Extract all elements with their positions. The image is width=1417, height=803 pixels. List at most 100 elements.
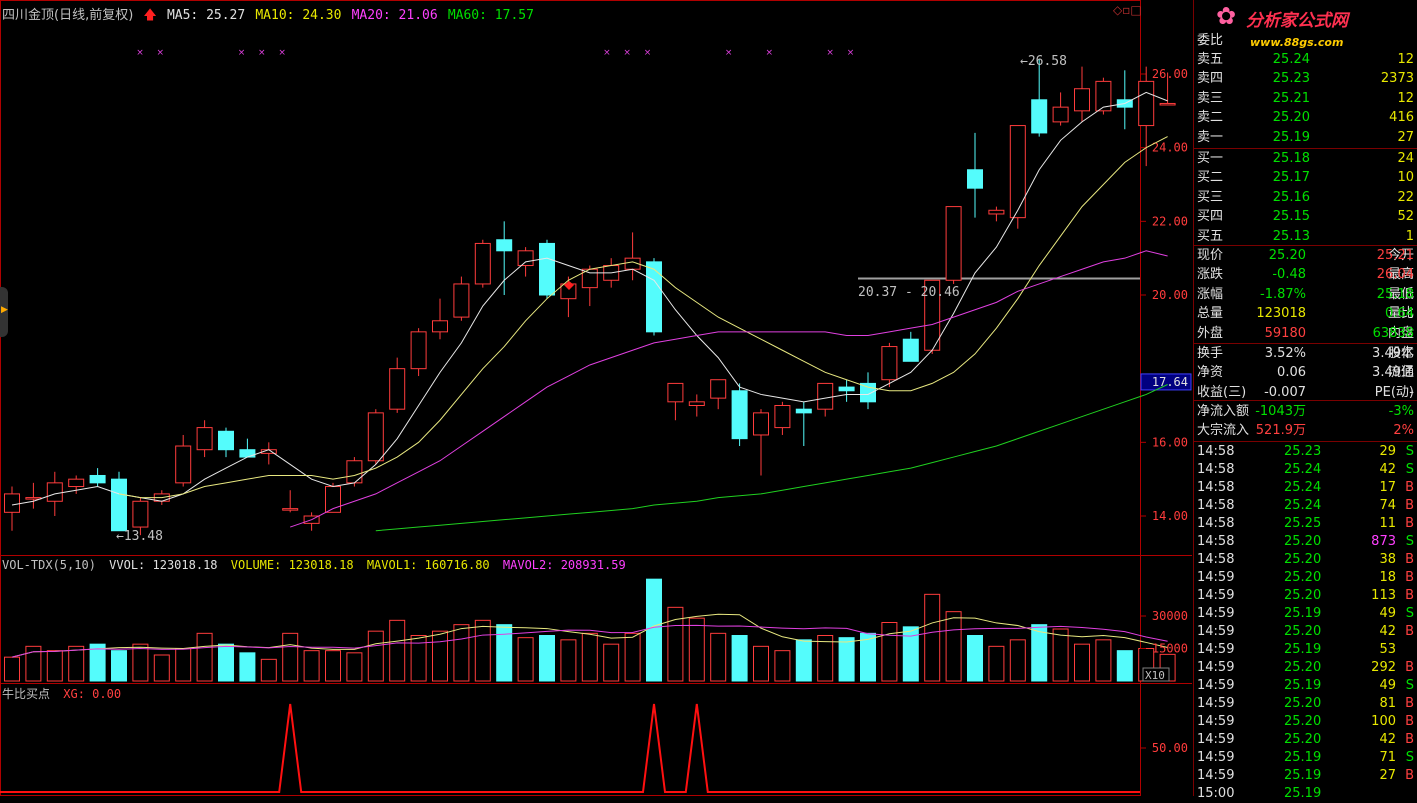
tick-price: 25.19 xyxy=(1284,606,1322,621)
volume-bar xyxy=(389,619,406,682)
tick-row[interactable]: 14:58 25.20 873 S xyxy=(1194,533,1417,551)
price-tick-label: 20.00 xyxy=(1152,288,1188,302)
buy-volume: 1 xyxy=(1405,228,1414,244)
candle-body xyxy=(774,405,791,429)
candle-body xyxy=(517,250,534,267)
candle-body xyxy=(432,320,448,333)
tick-row[interactable]: 14:59 25.19 27 B xyxy=(1194,767,1417,785)
tick-price: 25.20 xyxy=(1284,534,1322,549)
quote-row[interactable]: 涨幅 -1.87% 最低 25.18 xyxy=(1194,286,1417,304)
flow-row[interactable]: 净流入额 -1043万 -3% xyxy=(1194,403,1417,421)
volume-bar xyxy=(474,619,491,682)
tick-row[interactable]: 15:00 25.19 xyxy=(1194,785,1417,803)
volume-bar xyxy=(4,656,20,682)
tick-row[interactable]: 14:58 25.20 38 B xyxy=(1194,551,1417,569)
tick-price: 25.20 xyxy=(1284,552,1322,567)
quote-label: PE(动) xyxy=(1374,384,1414,400)
volume-bar xyxy=(945,611,962,682)
tick-price: 25.24 xyxy=(1284,498,1322,513)
quote-label: 换手 xyxy=(1197,346,1224,361)
quote-row[interactable]: 收益(三) -0.007 PE(动) - xyxy=(1194,384,1417,402)
quote-row[interactable]: 总量 123018 量比 0.64 xyxy=(1194,305,1417,323)
sell-price: 25.24 xyxy=(1272,52,1310,67)
buy-row[interactable]: 买三 25.16 22 xyxy=(1194,189,1417,207)
divider xyxy=(1194,441,1417,442)
volume-bar xyxy=(1116,650,1133,682)
candle-body xyxy=(111,478,127,532)
tick-row[interactable]: 14:59 25.19 49 S xyxy=(1194,605,1417,623)
buy-row[interactable]: 买四 25.15 52 xyxy=(1194,208,1417,226)
tick-time: 14:58 xyxy=(1197,444,1235,459)
volume-bar xyxy=(581,632,598,682)
flow-percent: -3% xyxy=(1388,404,1414,419)
price-tick-label: 16.00 xyxy=(1152,435,1188,449)
tick-volume: 100 xyxy=(1371,714,1396,729)
buy-row[interactable]: 买五 25.13 1 xyxy=(1194,228,1417,246)
tick-row[interactable]: 14:59 25.20 100 B xyxy=(1194,713,1417,731)
quote-row[interactable]: 涨跌 -0.48 最高 26.04 xyxy=(1194,266,1417,284)
buy-price: 25.13 xyxy=(1272,228,1310,244)
candle-body xyxy=(688,401,705,407)
quote-row[interactable]: 外盘 59180 内盘 63838 xyxy=(1194,325,1417,343)
low-annotation: ←13.48 xyxy=(116,529,163,544)
sell-row[interactable]: 卖一 25.19 27 xyxy=(1194,129,1417,147)
tick-row[interactable]: 14:58 25.24 74 B xyxy=(1194,497,1417,515)
stock-title: 四川金顶(日线,前复权) xyxy=(2,8,134,23)
tick-volume: 873 xyxy=(1371,534,1396,549)
quote-value: 63838 xyxy=(1372,325,1414,341)
tick-row[interactable]: 14:59 25.19 49 S xyxy=(1194,677,1417,695)
buy-row[interactable]: 买一 25.18 24 xyxy=(1194,150,1417,168)
buy-level-label: 买二 xyxy=(1197,170,1224,186)
kline-chart-area[interactable]: 26.00 24.00 22.00 20.00 17.64 16.00 14.00 × × × × ×… xyxy=(0,0,1193,796)
tick-row[interactable]: 14:58 25.24 42 S xyxy=(1194,461,1417,479)
tick-volume: 74 xyxy=(1379,498,1396,513)
tick-row[interactable]: 14:58 25.25 11 B xyxy=(1194,515,1417,533)
tick-volume: 18 xyxy=(1379,570,1396,585)
volume-bar xyxy=(303,650,320,682)
volume-bar xyxy=(260,658,277,682)
quote-row[interactable]: 净资 0.06 流通 3.49亿 xyxy=(1194,364,1417,382)
volume-bar xyxy=(603,643,620,682)
quote-row[interactable]: 现价 25.20 今开 25.21 xyxy=(1194,247,1417,265)
buy-row[interactable]: 买二 25.17 10 xyxy=(1194,169,1417,187)
buy-level-label: 买一 xyxy=(1197,151,1224,166)
tick-side: S xyxy=(1405,534,1414,549)
quote-row[interactable]: 换手 3.52% 股本 3.49亿 xyxy=(1194,345,1417,363)
tick-row[interactable]: 14:59 25.20 42 B xyxy=(1194,731,1417,749)
volume-bar xyxy=(967,635,983,682)
sell-row[interactable]: 卖二 25.20 416 xyxy=(1194,109,1417,127)
sidebar-toggle-handle[interactable]: ▶ xyxy=(0,287,8,337)
tick-row[interactable]: 14:59 25.20 42 B xyxy=(1194,623,1417,641)
sell-row[interactable]: 卖三 25.21 12 xyxy=(1194,90,1417,108)
sell-price: 25.19 xyxy=(1272,129,1310,145)
flow-row[interactable]: 大宗流入 521.9万 2% xyxy=(1194,422,1417,440)
tick-row[interactable]: 14:59 25.20 113 B xyxy=(1194,587,1417,605)
flow-value: 521.9万 xyxy=(1255,423,1306,439)
tick-row[interactable]: 14:58 25.23 29 S xyxy=(1194,443,1417,461)
volume-bar xyxy=(346,652,363,682)
candle-body xyxy=(710,379,727,399)
tick-row[interactable]: 14:59 25.19 71 S xyxy=(1194,749,1417,767)
diamond-icon[interactable]: ◇ xyxy=(1113,3,1122,17)
tick-row[interactable]: 14:59 25.20 18 B xyxy=(1194,569,1417,587)
window-max-icon[interactable]: □ xyxy=(1130,3,1141,17)
window-controls[interactable]: ◇▫□ xyxy=(1113,3,1142,17)
tick-price: 25.20 xyxy=(1284,570,1322,585)
tick-side: B xyxy=(1405,498,1414,513)
tick-side: S xyxy=(1405,606,1414,621)
quote-label: 涨幅 xyxy=(1197,286,1224,302)
tick-row[interactable]: 14:59 25.20 81 B xyxy=(1194,695,1417,713)
candle-body xyxy=(1138,80,1155,127)
candle-body xyxy=(945,206,962,281)
sell-row[interactable]: 卖五 25.24 12 xyxy=(1194,51,1417,69)
tick-row[interactable]: 14:58 25.24 17 B xyxy=(1194,479,1417,497)
quote-value: 59180 xyxy=(1264,325,1306,341)
volume-bar xyxy=(517,637,534,682)
volume-header: VOL-TDX(5,10) VVOL: 123018.18 VOLUME: 12… xyxy=(2,558,632,572)
tick-row[interactable]: 14:59 25.20 292 B xyxy=(1194,659,1417,677)
volume-bar xyxy=(688,617,705,682)
quote-value: 25.20 xyxy=(1268,248,1306,263)
tick-price: 25.19 xyxy=(1284,750,1322,765)
tick-row[interactable]: 14:59 25.19 53 xyxy=(1194,641,1417,659)
sell-row[interactable]: 卖四 25.23 2373 xyxy=(1194,70,1417,88)
